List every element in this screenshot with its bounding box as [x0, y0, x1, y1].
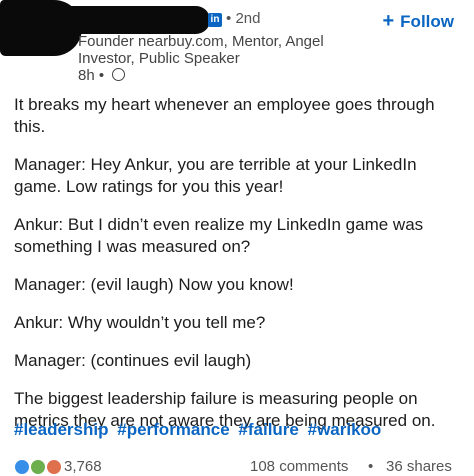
post-time-text: 8h [78, 67, 95, 84]
follow-label: Follow [400, 12, 454, 31]
like-reaction-icon [14, 459, 30, 476]
post-paragraph: Manager: (evil laugh) Now you know! [14, 275, 294, 294]
love-reaction-icon [46, 459, 63, 476]
post-header: in • 2nd + Follow Founder nearbuy.com, Me… [0, 0, 474, 84]
post-paragraph: Manager: (continues evil laugh) [14, 351, 252, 370]
hashtag-list: #leadership #performance #failure #warik… [14, 420, 385, 440]
celebrate-reaction-icon [30, 459, 47, 476]
connection-degree: • 2nd [226, 10, 261, 27]
post-paragraph: Manager: Hey Ankur, you are terrible at … [14, 155, 417, 196]
reactions-summary[interactable] [14, 458, 63, 476]
shares-count[interactable]: 36 shares [386, 458, 452, 475]
post-body: It breaks my heart whenever an employee … [14, 94, 464, 448]
reaction-count[interactable]: 3,768 [64, 458, 102, 475]
globe-icon [112, 68, 126, 81]
post-paragraph: Ankur: Why wouldn’t you tell me? [14, 313, 266, 332]
author-headline: Founder nearbuy.com, Mentor, Angel Inves… [78, 33, 324, 67]
comments-count[interactable]: 108 comments [250, 458, 348, 475]
linkedin-badge-icon: in [208, 13, 222, 27]
hashtag-failure[interactable]: #failure [238, 420, 298, 439]
follow-button[interactable]: + Follow [382, 10, 454, 33]
plus-icon: + [382, 10, 395, 32]
hashtag-leadership[interactable]: #leadership [14, 420, 109, 439]
redacted-author-name [30, 6, 210, 34]
footer-separator: • [368, 458, 374, 475]
social-counts: 3,768 108 comments • 36 shares [0, 456, 474, 476]
hashtag-warikoo[interactable]: #warikoo [308, 420, 382, 439]
hashtag-performance[interactable]: #performance [117, 420, 229, 439]
post-paragraph: Ankur: But I didn’t even realize my Link… [14, 215, 424, 256]
post-paragraph: It breaks my heart whenever an employee … [14, 95, 435, 136]
post-time: 8h • [78, 67, 126, 84]
